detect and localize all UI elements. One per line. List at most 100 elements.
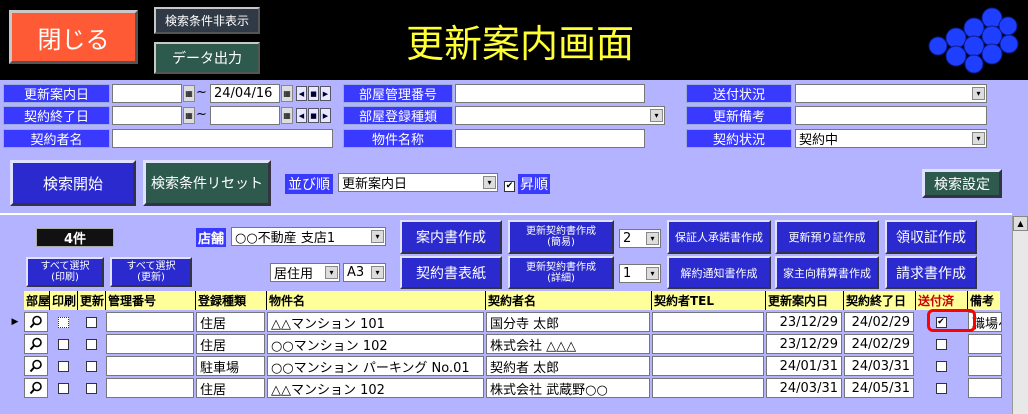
col-notice-date: 更新案内日: [766, 291, 844, 310]
store-select[interactable]: ○○不動産 支店1 ▾: [231, 227, 386, 246]
stop-square-icon[interactable]: ■: [308, 108, 319, 123]
col-update: 更新: [78, 291, 106, 310]
renewal-contract-simple-button[interactable]: 更新契約書作成 (簡易): [508, 220, 614, 254]
search-settings-button[interactable]: 検索設定: [922, 169, 1002, 198]
data-export-button[interactable]: データ出力: [154, 42, 260, 74]
stop-square-icon[interactable]: ■: [308, 86, 319, 101]
chevron-down-icon: ▾: [325, 266, 338, 279]
renewal-contract-detail-button[interactable]: 更新契約書作成 (詳細): [508, 256, 614, 289]
table-row[interactable]: 住居 △△マンション 102 株式会社 武蔵野○○ 24/03/31 24/05/31: [6, 377, 1002, 399]
table-row[interactable]: 駐車場 ○○マンション パーキング No.01 契約者 太郎 24/01/31 24/0…: [6, 355, 1002, 377]
col-room: 部屋: [24, 291, 50, 310]
contractor-name-label: 契約者名: [3, 129, 110, 148]
search-start-button[interactable]: 検索開始: [10, 160, 136, 206]
select-all-print-button[interactable]: すべて選択 (印刷): [26, 257, 104, 287]
room-mgmt-no-label: 部屋管理番号: [343, 84, 453, 103]
store-label: 店舗: [196, 228, 227, 247]
prev-arrow-icon[interactable]: ◀: [296, 108, 307, 123]
renewal-notice-date-to-input[interactable]: 24/04/16: [210, 84, 280, 103]
contract-end-to-input[interactable]: [210, 106, 280, 125]
next-arrow-icon[interactable]: ▶: [320, 86, 331, 101]
calendar-icon[interactable]: ▦: [281, 107, 293, 124]
end-date-cell: 24/02/29: [844, 312, 914, 332]
sent-checkbox[interactable]: [916, 334, 966, 354]
vertical-scrollbar[interactable]: [1012, 216, 1028, 414]
room-search-icon[interactable]: [24, 334, 48, 354]
property-cell: ○○マンション 102: [267, 334, 484, 354]
reg-type-cell: 駐車場: [196, 356, 265, 376]
property-cell: △△マンション 101: [267, 312, 484, 332]
col-contractor-tel: 契約者TEL: [652, 291, 766, 310]
invoice-create-button[interactable]: 請求書作成: [885, 256, 977, 289]
update-checkbox[interactable]: [78, 334, 104, 354]
sent-checkbox[interactable]: [916, 378, 966, 398]
select-all-update-button[interactable]: すべて選択 (更新): [110, 257, 192, 287]
room-mgmt-no-input[interactable]: [455, 84, 645, 103]
room-search-icon[interactable]: [24, 378, 48, 398]
usage-select[interactable]: 居住用 ▾: [270, 263, 340, 282]
renewal-deposit-receipt-button[interactable]: 更新預り証作成: [775, 220, 879, 254]
update-checkbox[interactable]: [78, 378, 104, 398]
chevron-down-icon: ▾: [972, 132, 985, 145]
contractor-cell: 株式会社 △△△: [486, 334, 650, 354]
row-indicator-icon: ▶: [11, 317, 19, 327]
close-button[interactable]: 閉じる: [9, 10, 138, 64]
col-property: 物件名: [267, 291, 486, 310]
print-checkbox[interactable]: [50, 356, 76, 376]
property-name-input[interactable]: [455, 129, 645, 148]
contract-status-select[interactable]: 契約中 ▾: [795, 129, 987, 148]
cancel-notice-button[interactable]: 解約通知書作成: [667, 256, 771, 289]
guide-create-button[interactable]: 案内書作成: [400, 220, 502, 254]
col-end-date: 契約終了日: [844, 291, 916, 310]
reg-type-cell: 住居: [196, 378, 265, 398]
sent-highlight: [927, 309, 976, 332]
update-checkbox[interactable]: [78, 356, 104, 376]
paper-size-select[interactable]: A3 ▾: [343, 263, 386, 282]
copies-select-2[interactable]: 1 ▾: [619, 264, 661, 283]
table-row[interactable]: ▶住居△△マンション 101国分寺 太郎23/12/2924/02/29✔職場へ: [6, 311, 1002, 333]
room-reg-type-select[interactable]: ▾: [455, 106, 665, 125]
room-search-icon[interactable]: [24, 312, 48, 332]
scroll-up-icon[interactable]: ▲: [1013, 216, 1028, 231]
renewal-remarks-label: 更新備考: [686, 106, 792, 125]
remarks-cell: [968, 334, 1002, 354]
ascending-checkbox[interactable]: ✔: [504, 177, 515, 192]
contract-end-date-label: 契約終了日: [3, 106, 110, 125]
guarantor-consent-button[interactable]: 保証人承諾書作成: [667, 220, 771, 254]
mgmt-no-cell: [106, 334, 194, 354]
receipt-create-button[interactable]: 領収証作成: [885, 220, 977, 254]
contractor-cell: 契約者 太郎: [486, 356, 650, 376]
renewal-remarks-input[interactable]: [795, 106, 987, 125]
print-checkbox[interactable]: [50, 334, 76, 354]
print-checkbox[interactable]: [50, 378, 76, 398]
contractor-name-input[interactable]: [112, 129, 333, 148]
end-date-cell: 24/05/31: [844, 378, 914, 398]
send-status-label: 送付状況: [686, 84, 792, 103]
table-row[interactable]: 住居 ○○マンション 102 株式会社 △△△ 23/12/29 24/02/29: [6, 333, 1002, 355]
reset-search-button[interactable]: 検索条件リセット: [143, 160, 271, 206]
copies-select-1[interactable]: 2 ▾: [619, 229, 661, 248]
calendar-icon[interactable]: ▦: [281, 85, 293, 102]
landlord-settlement-button[interactable]: 家主向精算書作成: [775, 256, 879, 289]
contract-end-from-input[interactable]: [112, 106, 182, 125]
end-date-cell: 24/03/31: [844, 356, 914, 376]
next-arrow-icon[interactable]: ▶: [320, 108, 331, 123]
update-checkbox[interactable]: [78, 312, 104, 332]
chevron-down-icon: ▾: [483, 176, 496, 189]
sent-checkbox[interactable]: [916, 356, 966, 376]
send-status-select[interactable]: ▾: [795, 84, 987, 103]
calendar-icon[interactable]: ▦: [183, 107, 195, 124]
renewal-notice-date-from-input[interactable]: [112, 84, 182, 103]
chevron-down-icon: ▾: [972, 87, 985, 100]
room-reg-type-label: 部屋登録種類: [343, 106, 453, 125]
sort-order-select[interactable]: 更新案内日 ▾: [338, 173, 498, 192]
notice-date-cell: 23/12/29: [766, 312, 842, 332]
calendar-icon[interactable]: ▦: [183, 85, 195, 102]
mgmt-no-cell: [106, 378, 194, 398]
contract-cover-button[interactable]: 契約書表紙: [400, 256, 502, 289]
room-search-icon[interactable]: [24, 356, 48, 376]
hide-search-conditions-button[interactable]: 検索条件非表示: [154, 7, 260, 34]
col-contractor: 契約者名: [486, 291, 652, 310]
print-checkbox[interactable]: [50, 312, 76, 332]
prev-arrow-icon[interactable]: ◀: [296, 86, 307, 101]
